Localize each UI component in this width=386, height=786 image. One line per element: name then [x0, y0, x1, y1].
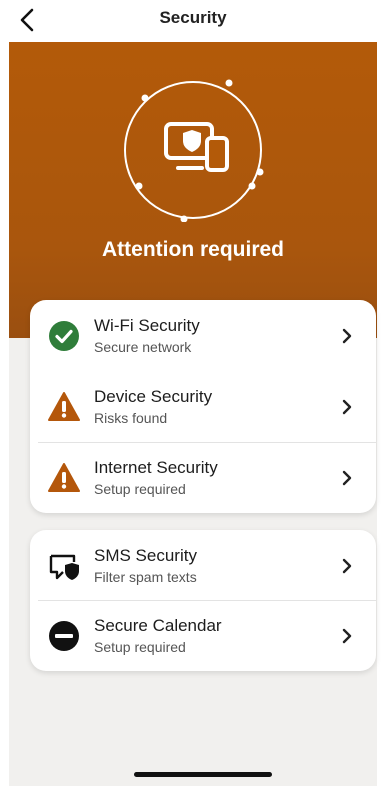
top-bar: Security	[0, 0, 386, 42]
status-title: Attention required	[102, 238, 284, 261]
page-title: Security	[159, 8, 227, 27]
check-circle-icon	[49, 321, 79, 351]
device-shield-icon	[124, 79, 264, 222]
row-label: Wi-Fi Security	[94, 316, 200, 335]
warning-icon	[48, 463, 80, 492]
row-label: Secure Calendar	[94, 616, 222, 635]
chevron-right-icon	[342, 558, 352, 574]
row-subtitle: Setup required	[94, 639, 186, 655]
chevron-right-icon	[342, 328, 352, 344]
row-wifi-security[interactable]: Wi-Fi Security Secure network	[30, 300, 376, 371]
security-card: Wi-Fi Security Secure network Device Sec…	[30, 300, 376, 513]
other-security-card: SMS Security Filter spam texts Secure Ca…	[30, 530, 376, 671]
row-secure-calendar[interactable]: Secure Calendar Setup required	[30, 600, 376, 671]
chevron-right-icon	[342, 399, 352, 415]
row-subtitle: Secure network	[94, 339, 192, 355]
row-device-security[interactable]: Device Security Risks found	[30, 371, 376, 442]
home-indicator[interactable]	[134, 772, 272, 777]
warning-icon	[48, 392, 80, 421]
row-label: Device Security	[94, 387, 213, 406]
row-subtitle: Setup required	[94, 481, 186, 497]
row-subtitle: Risks found	[94, 410, 168, 426]
row-sms-security[interactable]: SMS Security Filter spam texts	[30, 530, 376, 601]
minus-circle-icon	[49, 621, 79, 651]
row-subtitle: Filter spam texts	[94, 569, 197, 585]
row-internet-security[interactable]: Internet Security Setup required	[30, 442, 376, 513]
sms-shield-icon	[49, 554, 79, 580]
row-label: Internet Security	[94, 458, 218, 477]
row-label: SMS Security	[94, 546, 197, 565]
chevron-right-icon	[342, 628, 352, 644]
chevron-right-icon	[342, 470, 352, 486]
